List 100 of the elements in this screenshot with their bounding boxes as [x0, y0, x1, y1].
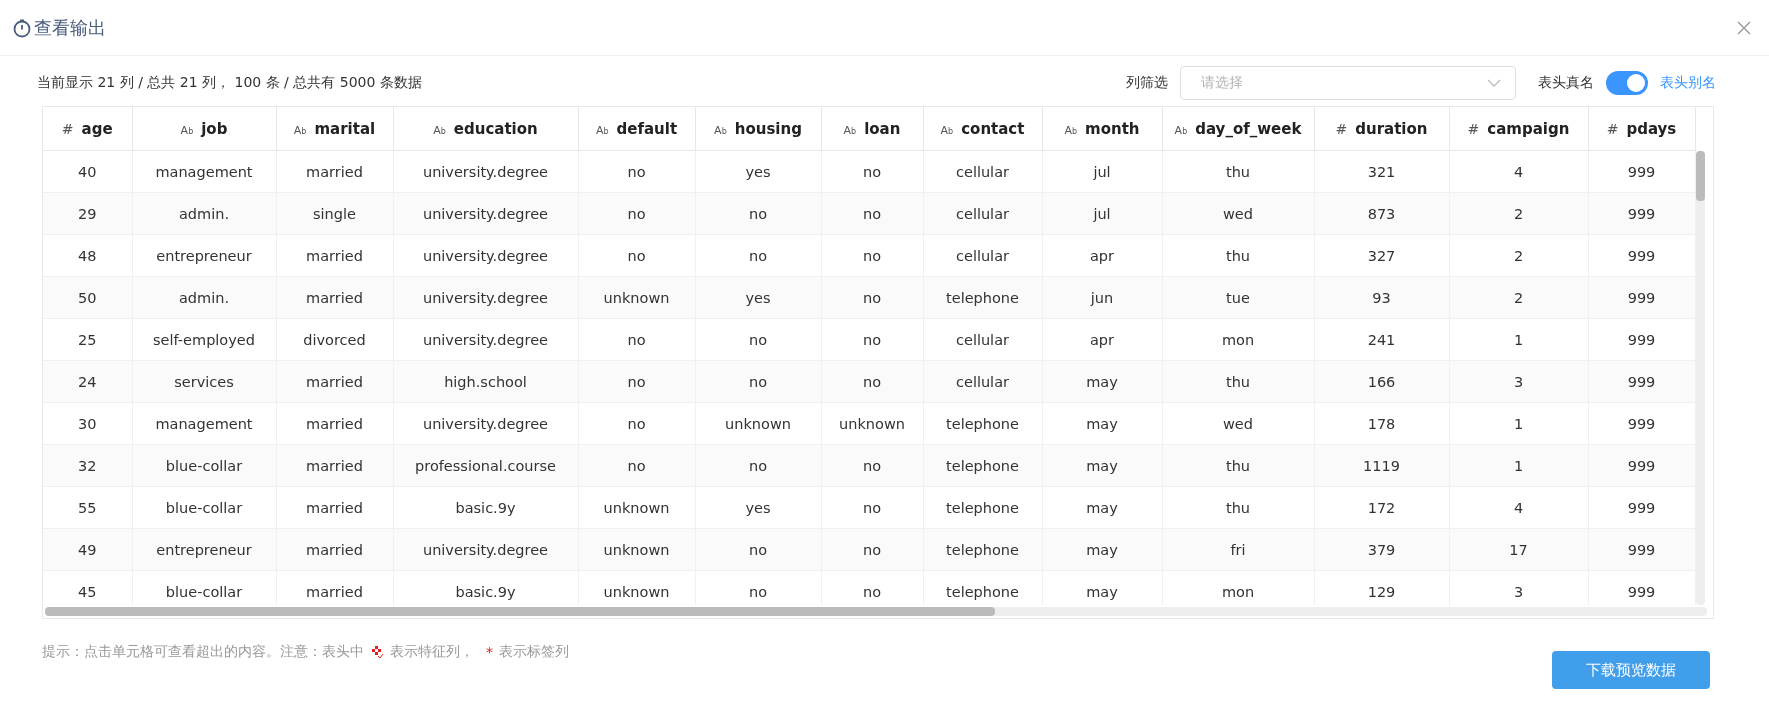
table-cell[interactable]: admin. — [132, 192, 276, 235]
table-cell[interactable]: no — [578, 444, 695, 487]
table-cell[interactable]: no — [578, 234, 695, 277]
table-cell[interactable]: 1 — [1449, 318, 1588, 361]
table-cell[interactable]: fri — [1162, 528, 1314, 571]
table-cell[interactable]: basic.9y — [393, 486, 578, 529]
table-cell[interactable]: no — [695, 234, 821, 277]
table-cell[interactable]: telephone — [923, 402, 1042, 445]
table-cell[interactable]: 178 — [1314, 402, 1449, 445]
table-cell[interactable]: apr — [1042, 318, 1162, 361]
table-cell[interactable]: telephone — [923, 444, 1042, 487]
table-cell[interactable]: married — [276, 360, 393, 403]
table-cell[interactable]: no — [578, 318, 695, 361]
table-cell[interactable]: may — [1042, 528, 1162, 571]
table-cell[interactable]: 166 — [1314, 360, 1449, 403]
table-cell[interactable]: university.degree — [393, 192, 578, 235]
table-cell[interactable]: no — [821, 444, 923, 487]
table-cell[interactable]: divorced — [276, 318, 393, 361]
table-cell[interactable]: 999 — [1588, 150, 1695, 193]
table-cell[interactable]: jul — [1042, 192, 1162, 235]
table-cell[interactable]: 93 — [1314, 276, 1449, 319]
table-cell[interactable]: thu — [1162, 234, 1314, 277]
table-cell[interactable]: cellular — [923, 360, 1042, 403]
table-cell[interactable]: 321 — [1314, 150, 1449, 193]
table-cell[interactable]: no — [821, 276, 923, 319]
table-cell[interactable]: telephone — [923, 528, 1042, 571]
table-cell[interactable]: may — [1042, 486, 1162, 529]
table-cell[interactable]: university.degree — [393, 234, 578, 277]
table-cell[interactable]: married — [276, 528, 393, 571]
table-cell[interactable]: wed — [1162, 192, 1314, 235]
header-toggle[interactable] — [1606, 71, 1648, 95]
table-cell[interactable]: no — [821, 360, 923, 403]
table-cell[interactable]: no — [578, 150, 695, 193]
table-cell[interactable]: 999 — [1588, 402, 1695, 445]
table-cell[interactable]: cellular — [923, 234, 1042, 277]
table-cell[interactable]: 4 — [1449, 150, 1588, 193]
table-cell[interactable]: telephone — [923, 276, 1042, 319]
table-cell[interactable]: thu — [1162, 360, 1314, 403]
table-cell[interactable]: married — [276, 276, 393, 319]
table-cell[interactable]: unknown — [578, 276, 695, 319]
column-header[interactable]: # campaign — [1449, 107, 1588, 151]
table-cell[interactable]: no — [821, 192, 923, 235]
table-cell[interactable]: unknown — [821, 402, 923, 445]
table-cell[interactable]: jul — [1042, 150, 1162, 193]
table-cell[interactable]: married — [276, 486, 393, 529]
table-cell[interactable]: 55 — [43, 486, 132, 529]
table-cell[interactable]: thu — [1162, 150, 1314, 193]
table-cell[interactable]: 1 — [1449, 402, 1588, 445]
table-cell[interactable]: no — [695, 318, 821, 361]
table-cell[interactable]: 32 — [43, 444, 132, 487]
table-cell[interactable]: mon — [1162, 318, 1314, 361]
table-cell[interactable]: professional.course — [393, 444, 578, 487]
table-cell[interactable]: tue — [1162, 276, 1314, 319]
table-cell[interactable]: 999 — [1588, 360, 1695, 403]
column-header[interactable]: # age — [43, 107, 132, 151]
table-cell[interactable]: yes — [695, 486, 821, 529]
table-cell[interactable]: 1 — [1449, 444, 1588, 487]
table-cell[interactable]: 999 — [1588, 234, 1695, 277]
table-cell[interactable]: jun — [1042, 276, 1162, 319]
table-cell[interactable]: services — [132, 360, 276, 403]
table-cell[interactable]: no — [695, 360, 821, 403]
table-cell[interactable]: no — [821, 528, 923, 571]
table-cell[interactable]: 873 — [1314, 192, 1449, 235]
table-cell[interactable]: 999 — [1588, 192, 1695, 235]
table-cell[interactable]: high.school — [393, 360, 578, 403]
table-cell[interactable]: 2 — [1449, 234, 1588, 277]
table-cell[interactable]: 25 — [43, 318, 132, 361]
table-cell[interactable]: unknown — [578, 486, 695, 529]
table-cell[interactable]: 999 — [1588, 528, 1695, 571]
table-cell[interactable]: entrepreneur — [132, 528, 276, 571]
table-cell[interactable]: no — [578, 360, 695, 403]
table-cell[interactable]: 999 — [1588, 486, 1695, 529]
table-cell[interactable]: 40 — [43, 150, 132, 193]
table-cell[interactable]: 3 — [1449, 360, 1588, 403]
table-cell[interactable]: 999 — [1588, 318, 1695, 361]
table-cell[interactable]: 24 — [43, 360, 132, 403]
table-cell[interactable]: apr — [1042, 234, 1162, 277]
table-cell[interactable]: no — [578, 192, 695, 235]
table-cell[interactable]: 2 — [1449, 192, 1588, 235]
table-cell[interactable]: entrepreneur — [132, 234, 276, 277]
table-cell[interactable]: cellular — [923, 150, 1042, 193]
table-cell[interactable]: 1119 — [1314, 444, 1449, 487]
table-cell[interactable]: university.degree — [393, 528, 578, 571]
table-cell[interactable]: 2 — [1449, 276, 1588, 319]
table-cell[interactable]: single — [276, 192, 393, 235]
column-header[interactable]: # pdays — [1588, 107, 1695, 151]
table-cell[interactable]: yes — [695, 150, 821, 193]
table-cell[interactable]: may — [1042, 360, 1162, 403]
table-cell[interactable]: blue-collar — [132, 486, 276, 529]
table-cell[interactable]: no — [821, 150, 923, 193]
table-cell[interactable]: may — [1042, 402, 1162, 445]
table-cell[interactable]: 241 — [1314, 318, 1449, 361]
table-cell[interactable]: 172 — [1314, 486, 1449, 529]
table-cell[interactable]: married — [276, 402, 393, 445]
table-cell[interactable]: university.degree — [393, 150, 578, 193]
table-cell[interactable]: management — [132, 402, 276, 445]
table-cell[interactable]: no — [821, 486, 923, 529]
table-cell[interactable]: blue-collar — [132, 444, 276, 487]
table-cell[interactable]: wed — [1162, 402, 1314, 445]
table-cell[interactable]: management — [132, 150, 276, 193]
